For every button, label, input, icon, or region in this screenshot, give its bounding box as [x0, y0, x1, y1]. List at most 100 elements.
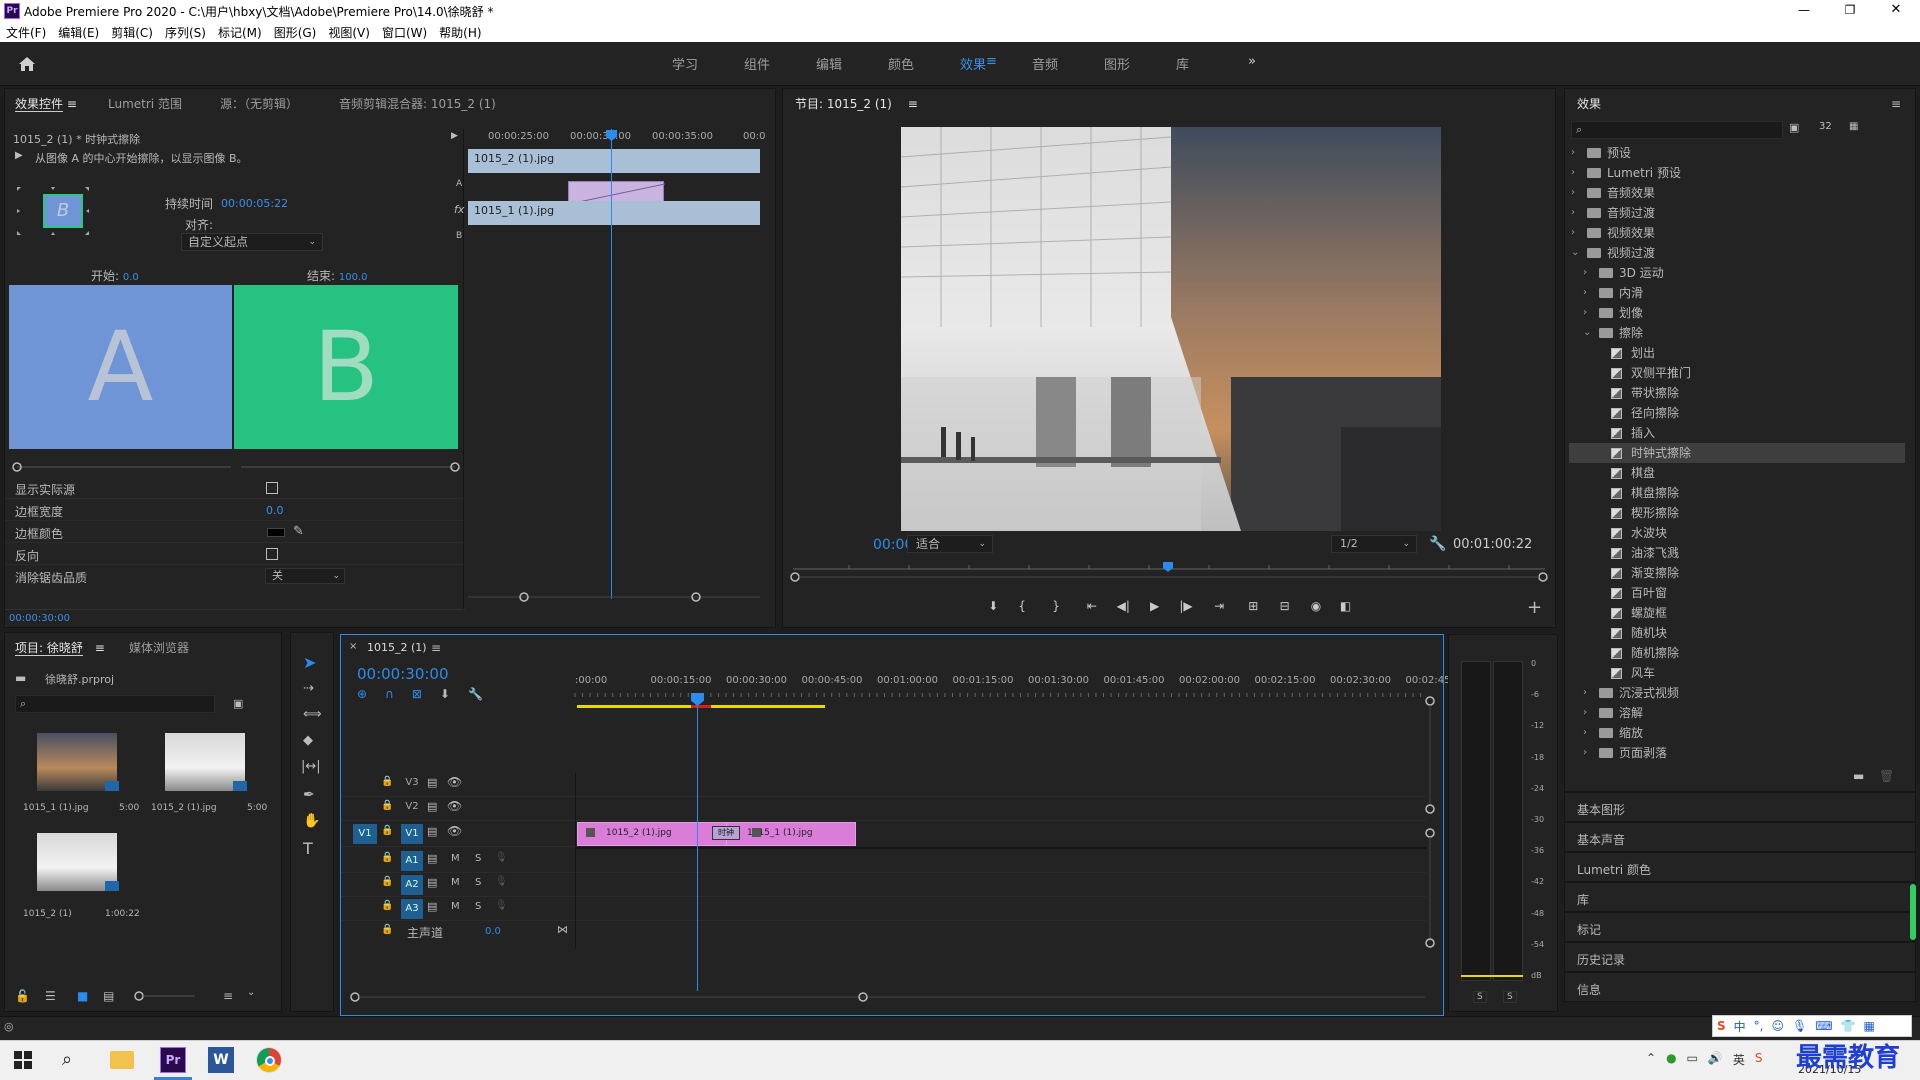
- play-transition-icon[interactable]: ▶: [15, 150, 23, 161]
- panel-history[interactable]: 历史记录: [1564, 942, 1916, 972]
- panel-lumetri-color[interactable]: Lumetri 颜色: [1564, 852, 1916, 882]
- chevron-right-icon[interactable]: ›: [1583, 283, 1587, 303]
- maximize-button[interactable]: ❐: [1834, 0, 1866, 22]
- minimize-button[interactable]: —: [1788, 0, 1820, 22]
- toolbox-icon[interactable]: ▦: [1864, 1019, 1875, 1033]
- sync-lock-icon[interactable]: ▤: [427, 852, 437, 865]
- step-forward-icon[interactable]: |▶: [1171, 599, 1201, 617]
- thumbnail-edge-selector[interactable]: [15, 185, 91, 237]
- border-width-value[interactable]: 0.0: [266, 504, 284, 517]
- effect-controls-timecode[interactable]: 00:00:30:00: [9, 613, 70, 624]
- volume-icon[interactable]: 🔊: [1708, 1051, 1723, 1068]
- linked-selection-icon[interactable]: ⊠: [412, 687, 422, 703]
- panel-menu-icon[interactable]: ≡: [95, 641, 105, 655]
- tab-program[interactable]: 节目: 1015_2 (1) ≡: [795, 89, 918, 119]
- lock-icon[interactable]: 🔒: [381, 800, 393, 811]
- mute-button[interactable]: M: [451, 901, 460, 912]
- panel-essential-sound[interactable]: 基本声音: [1564, 822, 1916, 852]
- show-sources-checkbox[interactable]: [266, 482, 278, 494]
- play-icon[interactable]: ▶: [1139, 599, 1171, 617]
- mark-out-icon[interactable]: }: [1036, 599, 1075, 617]
- lock-icon[interactable]: 🔒: [381, 852, 393, 863]
- chevron-right-icon[interactable]: ›: [1571, 183, 1575, 203]
- chevron-right-icon[interactable]: ›: [1583, 263, 1587, 283]
- delete-icon[interactable]: 🗑: [1879, 769, 1894, 783]
- chevron-right-icon[interactable]: ›: [1571, 223, 1575, 243]
- lift-icon[interactable]: ⊞: [1237, 599, 1269, 617]
- track-name[interactable]: V3: [401, 777, 423, 788]
- mini-playhead[interactable]: [611, 129, 612, 599]
- freeform-view-icon[interactable]: ▤: [103, 989, 114, 1003]
- search-icon[interactable]: ⌕: [62, 1049, 72, 1070]
- new-folder-icon[interactable]: ▬: [1853, 769, 1864, 783]
- start-slider[interactable]: [11, 461, 231, 472]
- yuv-effects-icon[interactable]: ▦: [1849, 121, 1858, 132]
- chevron-right-icon[interactable]: ›: [1583, 303, 1587, 323]
- eyedropper-icon[interactable]: ✎: [293, 524, 304, 539]
- alignment-select[interactable]: 自定义起点 ⌄: [181, 233, 323, 251]
- solo-button[interactable]: S: [475, 901, 481, 912]
- ripple-edit-tool-icon[interactable]: ⟺: [303, 707, 322, 722]
- windows-start-icon[interactable]: [14, 1051, 32, 1069]
- panel-markers[interactable]: 标记: [1564, 912, 1916, 942]
- tab-audio-clip-mixer[interactable]: 音频剪辑混合器: 1015_2 (1): [339, 89, 496, 119]
- microphone-icon[interactable]: 🎙: [495, 852, 508, 863]
- chevron-down-icon[interactable]: ⌄: [1571, 243, 1579, 263]
- workspace-menu-icon[interactable]: ≡: [986, 54, 1032, 73]
- sync-lock-icon[interactable]: ▤: [427, 900, 437, 913]
- sync-lock-icon[interactable]: ▤: [427, 876, 437, 889]
- end-value[interactable]: 100.0: [339, 272, 368, 283]
- tab-media-browser[interactable]: 媒体浏览器: [129, 633, 189, 663]
- border-color-swatch[interactable]: [267, 528, 285, 537]
- mute-button[interactable]: M: [451, 877, 460, 888]
- selection-tool-icon[interactable]: ➤: [303, 653, 316, 672]
- icon-view-icon[interactable]: ■: [77, 989, 88, 1003]
- menu-window[interactable]: 窗口(W): [382, 24, 427, 41]
- chevron-right-icon[interactable]: ›: [1571, 203, 1575, 223]
- reverse-checkbox[interactable]: [266, 548, 278, 560]
- list-view-icon[interactable]: ☰: [45, 989, 56, 1003]
- panel-essential-graphics[interactable]: 基本图形: [1564, 792, 1916, 822]
- add-marker-icon[interactable]: ⬇: [440, 687, 450, 703]
- track-name[interactable]: V2: [401, 801, 423, 812]
- lock-icon[interactable]: 🔒: [381, 776, 393, 787]
- ime-toolbar[interactable]: S 中 °, ☺ 🎙 ⌨ 👕 ▦: [1712, 1015, 1912, 1037]
- solo-button[interactable]: S: [475, 877, 481, 888]
- workspace-audio[interactable]: 音频: [1032, 54, 1104, 73]
- go-to-in-icon[interactable]: ⇤: [1076, 599, 1108, 617]
- master-value[interactable]: 0.0: [485, 926, 501, 937]
- effects-search-input[interactable]: ⌕: [1571, 121, 1783, 139]
- track-name[interactable]: A3: [401, 899, 423, 919]
- add-marker-icon[interactable]: ⬇: [979, 599, 1008, 617]
- panel-menu-icon[interactable]: ≡: [1891, 97, 1901, 111]
- sogou-tray-icon[interactable]: S: [1755, 1051, 1763, 1068]
- timeline-tab[interactable]: 1015_2 (1): [367, 641, 427, 654]
- panel-libraries[interactable]: 库: [1564, 882, 1916, 912]
- solo-left-button[interactable]: S: [1473, 991, 1487, 1003]
- microphone-icon[interactable]: 🎙: [495, 876, 508, 887]
- chevron-right-icon[interactable]: ›: [1571, 163, 1575, 183]
- extract-icon[interactable]: ⊟: [1269, 599, 1299, 617]
- end-slider[interactable]: [241, 461, 461, 472]
- wrench-icon[interactable]: 🔧: [1429, 536, 1446, 552]
- side-scrollbar[interactable]: [1910, 884, 1916, 940]
- zoom-slider[interactable]: [134, 989, 195, 1003]
- type-tool-icon[interactable]: T: [303, 839, 313, 858]
- menu-file[interactable]: 文件(F): [6, 24, 46, 41]
- ime-mode[interactable]: 中: [1734, 1018, 1746, 1035]
- master-to-end-icon[interactable]: ⋈: [557, 923, 568, 936]
- workspace-learn[interactable]: 学习: [672, 54, 744, 73]
- sync-lock-icon[interactable]: ▤: [427, 776, 437, 789]
- project-item[interactable]: 1015_2 (1) 1:00:22: [15, 829, 141, 925]
- security-icon[interactable]: ●: [1666, 1051, 1676, 1068]
- chevron-right-icon[interactable]: ›: [1583, 703, 1587, 723]
- lock-icon[interactable]: 🔒: [381, 876, 393, 887]
- tab-lumetri-scopes[interactable]: Lumetri 范围: [108, 89, 182, 119]
- file-explorer-icon[interactable]: [110, 1051, 134, 1069]
- mini-clip-a[interactable]: 1015_2 (1).jpg: [468, 149, 760, 173]
- menu-clip[interactable]: 剪辑(C): [111, 24, 153, 41]
- chevron-right-icon[interactable]: ›: [1583, 683, 1587, 703]
- timeline-vscroll-top[interactable]: [1425, 695, 1435, 815]
- chevron-right-icon[interactable]: ›: [1583, 723, 1587, 743]
- workspace-effects[interactable]: 效果: [960, 54, 986, 73]
